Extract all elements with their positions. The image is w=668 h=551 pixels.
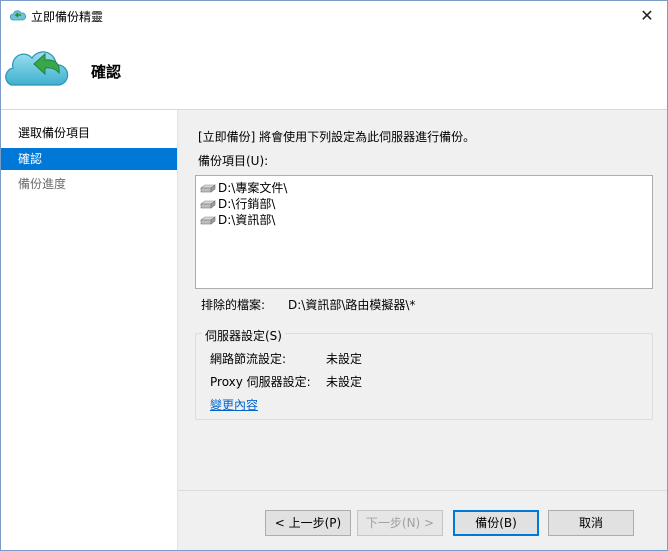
cloud-backup-icon: [5, 51, 69, 86]
wizard-steps-sidebar: 選取備份項目 確認 備份進度: [1, 110, 178, 550]
throttle-label: 網路節流設定:: [210, 352, 287, 366]
title-bar: 立即備份精靈 ✕: [1, 1, 667, 31]
backup-item-path: D:\行銷部\: [218, 197, 276, 211]
list-item[interactable]: D:\行銷部\: [200, 196, 275, 212]
close-button[interactable]: ✕: [627, 1, 667, 31]
back-button[interactable]: < 上一步(P): [265, 510, 351, 536]
excluded-files-value: D:\資訊部\路由模擬器\*: [288, 298, 416, 312]
drive-icon: [200, 215, 216, 225]
drive-icon: [200, 183, 216, 193]
drive-icon: [200, 199, 216, 209]
proxy-label: Proxy 伺服器設定:: [210, 375, 311, 389]
close-icon: ✕: [640, 6, 654, 25]
wizard-window: 立即備份精靈 ✕ 確認 選取備份項目 確認 備份進度 [立即備份] 將會使用下列…: [0, 0, 668, 551]
window-title: 立即備份精靈: [31, 10, 104, 24]
sidebar-item-select-items[interactable]: 選取備份項目: [1, 122, 177, 144]
sidebar-item-progress: 備份進度: [18, 177, 67, 191]
footer-divider: [178, 490, 667, 491]
excluded-files-label: 排除的檔案:: [201, 298, 266, 312]
backup-items-list[interactable]: D:\專案文件\ D:\行銷部\ D:\資訊部\: [195, 175, 653, 289]
backup-app-icon: [9, 10, 27, 21]
page-title: 確認: [91, 63, 122, 81]
list-item[interactable]: D:\資訊部\: [200, 212, 275, 228]
server-settings-title: 伺服器設定(S): [202, 327, 285, 344]
cancel-button[interactable]: 取消: [548, 510, 634, 536]
next-button: 下一步(N) >: [357, 510, 443, 536]
sidebar-item-confirm[interactable]: 確認: [1, 148, 177, 170]
backup-item-path: D:\資訊部\: [218, 213, 276, 227]
backup-button[interactable]: 備份(B): [453, 510, 539, 536]
confirmation-description: [立即備份] 將會使用下列設定為此伺服器進行備份。: [198, 130, 476, 144]
backup-items-label: 備份項目(U):: [198, 154, 269, 168]
proxy-value: 未設定: [326, 375, 363, 389]
change-settings-link[interactable]: 變更內容: [210, 396, 258, 413]
throttle-value: 未設定: [326, 352, 363, 366]
backup-item-path: D:\專案文件\: [218, 181, 288, 195]
wizard-header: 確認: [1, 31, 667, 109]
wizard-content: [立即備份] 將會使用下列設定為此伺服器進行備份。 備份項目(U): D:\專案…: [178, 110, 667, 550]
list-item[interactable]: D:\專案文件\: [200, 180, 287, 196]
